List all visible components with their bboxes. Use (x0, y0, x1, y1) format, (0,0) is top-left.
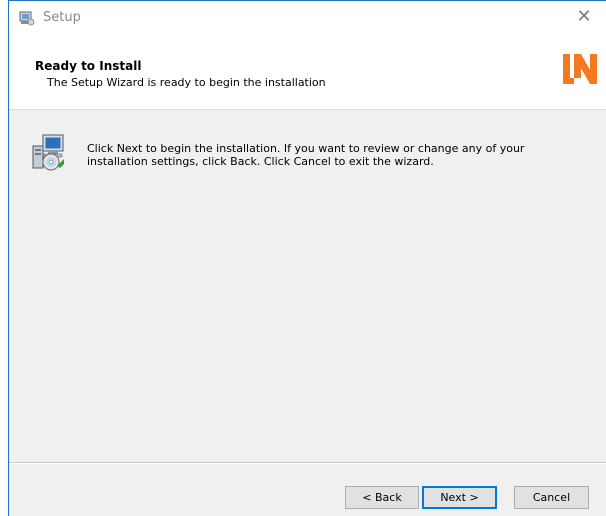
setup-app-icon (19, 11, 35, 26)
window-title: Setup (43, 10, 81, 25)
computer-disc-install-icon (32, 134, 64, 171)
footer-divider (9, 462, 606, 464)
back-button[interactable]: < Back (345, 486, 419, 509)
setup-window: Setup ✕ Ready to Install The Setup Wizar… (8, 0, 606, 516)
next-button[interactable]: Next > (422, 486, 497, 509)
ln-logo (563, 54, 597, 84)
cancel-button[interactable]: Cancel (514, 486, 589, 509)
page-subtitle: The Setup Wizard is ready to begin the i… (47, 76, 326, 89)
close-button[interactable]: ✕ (566, 1, 602, 31)
page-title: Ready to Install (35, 59, 142, 73)
title-bar[interactable]: Setup ✕ (9, 1, 606, 37)
close-icon: ✕ (576, 5, 592, 27)
header-banner: Ready to Install The Setup Wizard is rea… (9, 37, 606, 110)
content-area: Click Next to begin the installation. If… (9, 111, 606, 459)
install-instructions: Click Next to begin the installation. If… (87, 142, 525, 168)
